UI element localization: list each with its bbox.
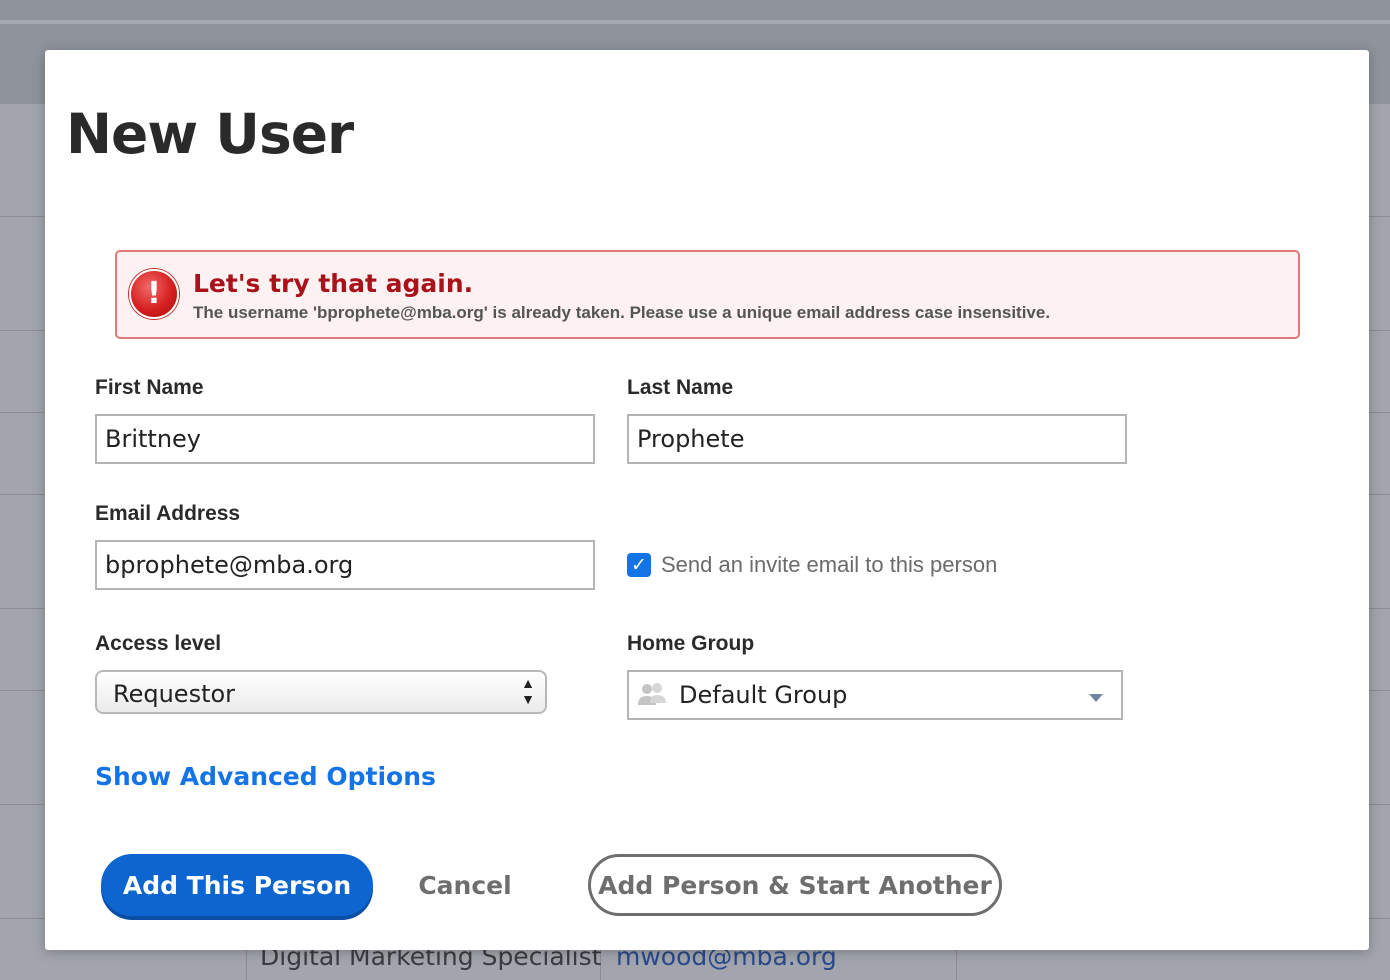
invite-checkbox-label[interactable]: Send an invite email to this person xyxy=(661,552,997,578)
table-column-divider xyxy=(956,950,957,980)
last-name-field[interactable] xyxy=(627,414,1127,464)
email-field[interactable] xyxy=(95,540,595,590)
dialog-title: New User xyxy=(66,102,354,166)
table-row-divider xyxy=(1369,804,1390,805)
access-level-label: Access level xyxy=(95,632,222,655)
home-group-select[interactable]: Default Group xyxy=(627,670,1123,720)
last-name-label: Last Name xyxy=(627,376,734,399)
alert-title: Let's try that again. xyxy=(193,269,474,298)
first-name-label: First Name xyxy=(95,376,204,399)
table-row-divider xyxy=(0,804,45,805)
first-name-field[interactable] xyxy=(95,414,595,464)
access-level-value: Requestor xyxy=(113,680,236,708)
email-label: Email Address xyxy=(95,502,241,525)
table-row-divider xyxy=(1369,690,1390,691)
error-alert: ! Let's try that again. The username 'bp… xyxy=(115,250,1300,339)
alert-message: The username 'bprophete@mba.org' is alre… xyxy=(193,303,1051,322)
table-row-divider xyxy=(0,216,45,217)
access-level-select[interactable]: Requestor ▲ ▼ xyxy=(95,670,547,714)
home-group-label: Home Group xyxy=(627,632,755,655)
add-this-person-button[interactable]: Add This Person xyxy=(101,854,373,916)
table-row-divider xyxy=(0,494,45,495)
add-person-start-another-button[interactable]: Add Person & Start Another xyxy=(588,854,1002,916)
error-icon: ! xyxy=(129,269,179,319)
table-row-divider xyxy=(1369,918,1390,919)
new-user-dialog: New User ! Let's try that again. The use… xyxy=(45,50,1369,950)
cancel-button[interactable]: Cancel xyxy=(405,864,525,906)
app-header-divider xyxy=(0,20,1390,24)
invite-checkbox[interactable]: ✓ xyxy=(627,553,651,577)
table-row-divider xyxy=(0,608,45,609)
home-group-value: Default Group xyxy=(679,681,848,709)
up-down-arrows-icon: ▲ ▼ xyxy=(521,675,535,707)
table-row-divider xyxy=(0,330,45,331)
table-row-divider xyxy=(1369,494,1390,495)
group-icon xyxy=(638,683,666,705)
table-row-divider xyxy=(1369,608,1390,609)
show-advanced-options-link[interactable]: Show Advanced Options xyxy=(95,762,436,791)
table-row-divider xyxy=(1369,216,1390,217)
table-row-divider xyxy=(0,412,45,413)
table-row-divider xyxy=(1369,412,1390,413)
table-column-divider xyxy=(246,950,247,980)
table-row-divider xyxy=(0,918,45,919)
chevron-down-icon xyxy=(1089,694,1103,702)
table-row-divider xyxy=(0,690,45,691)
table-row-divider xyxy=(1369,330,1390,331)
